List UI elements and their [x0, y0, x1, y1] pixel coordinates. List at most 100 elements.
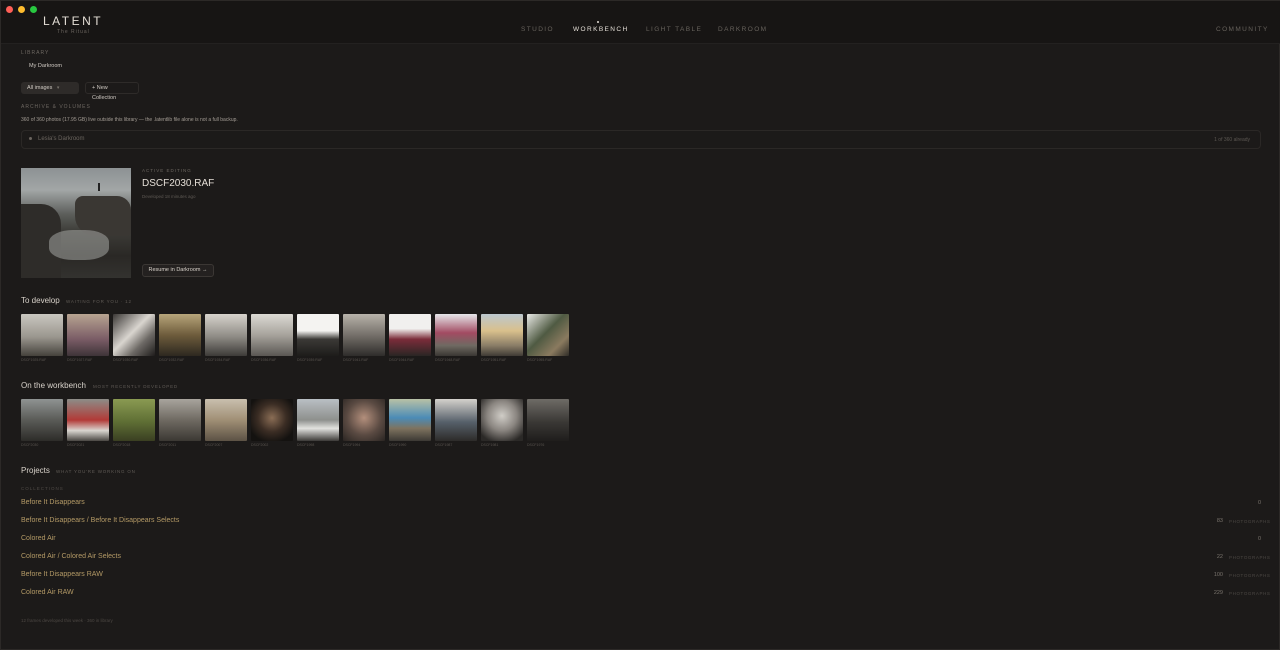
filter-dropdown[interactable]: All images ▾	[21, 82, 79, 94]
project-name[interactable]: Colored Air RAW	[21, 589, 74, 596]
to-develop-caption: DSCF1936.RAF	[251, 358, 277, 362]
to-develop-caption: DSCF1941.RAF	[343, 358, 369, 362]
volume-name: Lesia's Darkroom	[38, 136, 85, 142]
workbench-thumbnail[interactable]	[67, 399, 109, 441]
nav-workbench[interactable]: WORKBENCH	[573, 26, 629, 33]
nav-studio[interactable]: STUDIO	[521, 26, 554, 33]
to-develop-thumbnail[interactable]	[205, 314, 247, 356]
workbench-caption: DSCF1994	[343, 443, 361, 447]
nav-light-table[interactable]: LIGHT TABLE	[646, 26, 702, 33]
to-develop-thumbnail[interactable]	[113, 314, 155, 356]
project-count-unit: PHOTOGRAPHS	[1229, 573, 1271, 578]
active-meta: Developed 18 minutes ago	[142, 194, 196, 199]
to-develop-title: To develop	[21, 296, 60, 305]
project-count: 22	[1216, 554, 1223, 560]
workbench-caption: DSCF2030	[21, 443, 39, 447]
workbench-thumbnail[interactable]	[527, 399, 569, 441]
active-editing-label: ACTIVE EDITING	[142, 168, 192, 173]
minimize-window-button[interactable]	[18, 6, 25, 13]
project-name[interactable]: Before It Disappears	[21, 499, 85, 506]
projects-subtitle: WHAT YOU'RE WORKING ON	[56, 469, 136, 474]
workbench-caption: DSCF1987	[435, 443, 453, 447]
title-bar: LATENT The Ritual STUDIO WORKBENCH LIGHT…	[1, 1, 1280, 44]
chevron-down-icon: ▾	[56, 85, 60, 91]
workbench-caption: DSCF2007	[205, 443, 223, 447]
workbench-thumbnail[interactable]	[343, 399, 385, 441]
library-label: LIBRARY	[21, 50, 50, 56]
project-count: 229	[1213, 590, 1223, 596]
project-count: 83	[1216, 518, 1223, 524]
app-window: LATENT The Ritual STUDIO WORKBENCH LIGHT…	[0, 0, 1280, 650]
to-develop-caption: DSCF1930.RAF	[113, 358, 139, 362]
project-row[interactable]	[21, 551, 1261, 565]
nav-community[interactable]: COMMUNITY	[1216, 26, 1269, 33]
to-develop-thumbnail[interactable]	[343, 314, 385, 356]
workbench-thumbnail[interactable]	[481, 399, 523, 441]
project-name[interactable]: Colored Air	[21, 535, 56, 542]
workbench-thumbnail[interactable]	[21, 399, 63, 441]
to-develop-caption: DSCF1932.RAF	[159, 358, 185, 362]
project-count: 100	[1213, 572, 1223, 578]
footer-status: 12 frames developed this week · 360 in l…	[21, 618, 113, 623]
workbench-thumbnail[interactable]	[389, 399, 431, 441]
archive-label: ARCHIVE & VOLUMES	[21, 104, 91, 110]
figure-shape	[98, 183, 100, 191]
project-row[interactable]	[21, 497, 1261, 511]
volume-row[interactable]: Lesia's Darkroom 1 of 360 already	[21, 130, 1261, 149]
project-count-unit: PHOTOGRAPHS	[1229, 519, 1271, 524]
library-selector[interactable]: My Darkroom	[23, 60, 69, 72]
volume-count: 1 of 360 already	[1214, 137, 1250, 143]
to-develop-thumbnail[interactable]	[251, 314, 293, 356]
project-name[interactable]: Before It Disappears / Before It Disappe…	[21, 517, 179, 524]
workbench-thumbnail[interactable]	[251, 399, 293, 441]
to-develop-thumbnail[interactable]	[527, 314, 569, 356]
to-develop-thumbnail[interactable]	[67, 314, 109, 356]
active-photo-thumbnail[interactable]	[21, 168, 131, 278]
project-count: 0	[1257, 536, 1261, 542]
project-count-unit: PHOTOGRAPHS	[1229, 591, 1271, 596]
workbench-thumbnail[interactable]	[435, 399, 477, 441]
workbench-thumbnail[interactable]	[159, 399, 201, 441]
volume-status-icon	[29, 137, 32, 140]
to-develop-caption: DSCF1939.RAF	[297, 358, 323, 362]
filter-label: All images	[27, 85, 53, 91]
to-develop-thumbnail[interactable]	[159, 314, 201, 356]
collections-label: COLLECTIONS	[21, 486, 64, 491]
project-count-unit: PHOTOGRAPHS	[1229, 555, 1271, 560]
new-collection-button[interactable]: + New Collection	[85, 82, 139, 101]
nav-darkroom[interactable]: DARKROOM	[718, 26, 767, 33]
workbench-thumbnail[interactable]	[113, 399, 155, 441]
to-develop-caption: DSCF1951.RAF	[481, 358, 507, 362]
project-name[interactable]: Colored Air / Colored Air Selects	[21, 553, 121, 560]
surf-shape	[49, 230, 109, 260]
app-subtitle: The Ritual	[57, 29, 90, 35]
to-develop-thumbnail[interactable]	[21, 314, 63, 356]
workbench-thumbnail[interactable]	[205, 399, 247, 441]
resume-darkroom-button[interactable]: Resume in Darkroom →	[142, 264, 214, 277]
active-filename: DSCF2030.RAF	[142, 178, 215, 189]
workbench-caption: DSCF1990	[389, 443, 407, 447]
to-develop-thumbnail[interactable]	[481, 314, 523, 356]
project-row[interactable]	[21, 533, 1261, 547]
workbench-caption: DSCF2021	[67, 443, 85, 447]
workbench-caption: DSCF1976	[527, 443, 545, 447]
project-row[interactable]	[21, 569, 1261, 583]
project-row[interactable]	[21, 515, 1261, 529]
workbench-thumbnail[interactable]	[297, 399, 339, 441]
workbench-caption: DSCF2018	[113, 443, 131, 447]
workbench-caption: DSCF2002	[251, 443, 269, 447]
to-develop-caption: DSCF1934.RAF	[205, 358, 231, 362]
project-name[interactable]: Before It Disappears RAW	[21, 571, 103, 578]
project-row[interactable]	[21, 587, 1261, 601]
workbench-caption: DSCF1981	[481, 443, 499, 447]
to-develop-caption: DSCF1955.RAF	[527, 358, 553, 362]
to-develop-caption: DSCF1927.RAF	[67, 358, 93, 362]
workbench-subtitle: MOST RECENTLY DEVELOPED	[93, 384, 178, 389]
app-logo[interactable]: LATENT	[43, 14, 103, 28]
to-develop-thumbnail[interactable]	[297, 314, 339, 356]
project-count: 0	[1257, 500, 1261, 506]
zoom-window-button[interactable]	[30, 6, 37, 13]
close-window-button[interactable]	[6, 6, 13, 13]
to-develop-thumbnail[interactable]	[435, 314, 477, 356]
to-develop-thumbnail[interactable]	[389, 314, 431, 356]
